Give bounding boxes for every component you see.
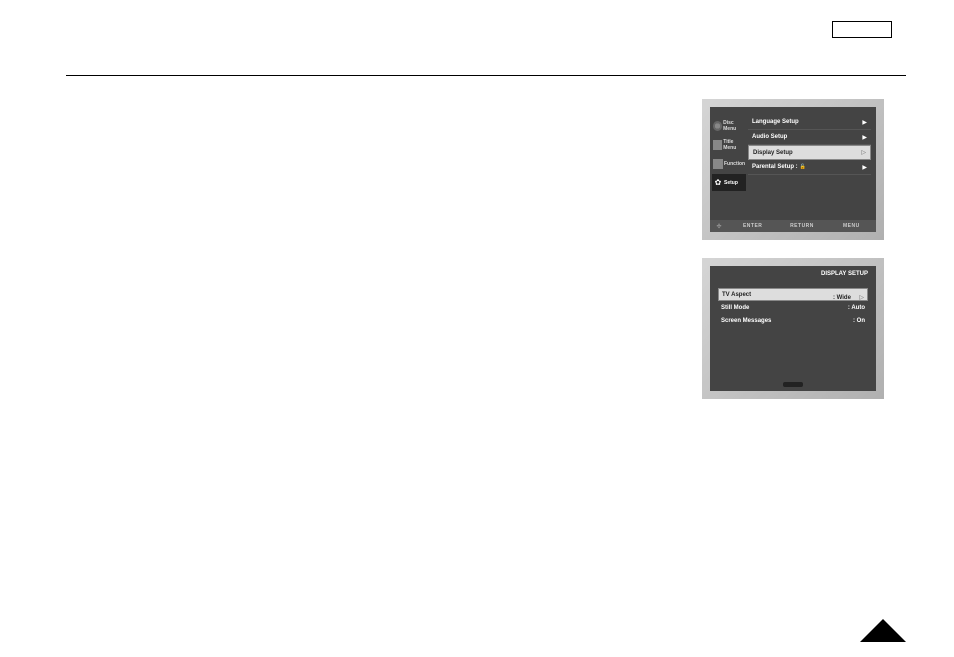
menu-label: Language Setup (752, 119, 799, 125)
triangle-up-icon (860, 619, 906, 642)
display-setup-title: DISPLAY SETUP (821, 271, 868, 277)
row-value: : Auto (848, 305, 865, 311)
chevron-right-icon: ▶ (862, 134, 867, 141)
chevron-right-icon: ▶ (862, 164, 867, 171)
setup-menu-screenshot: Disc Menu Title Menu Function ✿ Setup La… (702, 99, 884, 240)
menu-footer-bar: ✢ ENTER RETURN MENU (710, 220, 876, 232)
row-tv-aspect: TV Aspect : Wide ▷ (718, 288, 868, 301)
row-value-group: : Wide ▷ (833, 286, 864, 304)
display-setup-screenshot: DISPLAY SETUP TV Aspect : Wide ▷ Still M… (702, 258, 884, 399)
sidebar-item-disc-menu: Disc Menu (712, 117, 746, 134)
row-value: : On (853, 318, 865, 324)
sidebar-item-setup: ✿ Setup (712, 174, 746, 191)
setup-main-menu: Language Setup ▶ Audio Setup ▶ Display S… (748, 115, 871, 175)
gear-icon: ✿ (713, 178, 723, 188)
setup-sidebar: Disc Menu Title Menu Function ✿ Setup (712, 117, 746, 193)
chevron-right-icon: ▷ (861, 149, 866, 156)
row-label: Still Mode (721, 305, 749, 311)
footer-indicator (783, 382, 803, 387)
nav-cross-icon: ✢ (710, 223, 728, 230)
menu-item-language-setup: Language Setup ▶ (748, 115, 871, 130)
menu-item-audio-setup: Audio Setup ▶ (748, 130, 871, 145)
footer-return-label: RETURN (777, 223, 826, 229)
sidebar-item-function: Function (712, 155, 746, 172)
row-value: : Wide (833, 295, 851, 301)
chevron-right-icon: ▷ (859, 295, 864, 301)
sidebar-label: Setup (724, 180, 738, 186)
sidebar-item-title-menu: Title Menu (712, 136, 746, 153)
chevron-right-icon: ▶ (862, 119, 867, 126)
header-box (832, 21, 892, 38)
menu-label: Parental Setup :🔓 (752, 164, 806, 170)
menu-label: Display Setup (753, 150, 793, 156)
row-label: Screen Messages (721, 318, 771, 324)
menu-label: Audio Setup (752, 134, 787, 140)
display-setup-list: TV Aspect : Wide ▷ Still Mode : Auto Scr… (718, 288, 868, 327)
sidebar-label: Function (724, 161, 745, 167)
disc-icon (713, 121, 722, 131)
divider-line (66, 75, 906, 76)
function-icon (713, 159, 723, 169)
footer-enter-label: ENTER (728, 223, 777, 229)
menu-item-parental-setup: Parental Setup :🔓 ▶ (748, 160, 871, 175)
title-icon (713, 140, 722, 150)
menu-item-display-setup: Display Setup ▷ (748, 145, 871, 160)
sidebar-label: Title Menu (723, 139, 746, 151)
row-screen-messages: Screen Messages : On (718, 314, 868, 327)
sidebar-label: Disc Menu (723, 120, 746, 132)
lock-icon: 🔓 (800, 164, 806, 170)
menu-label-text: Parental Setup : (752, 164, 798, 170)
footer-menu-label: MENU (827, 223, 876, 229)
row-label: TV Aspect (722, 292, 751, 298)
